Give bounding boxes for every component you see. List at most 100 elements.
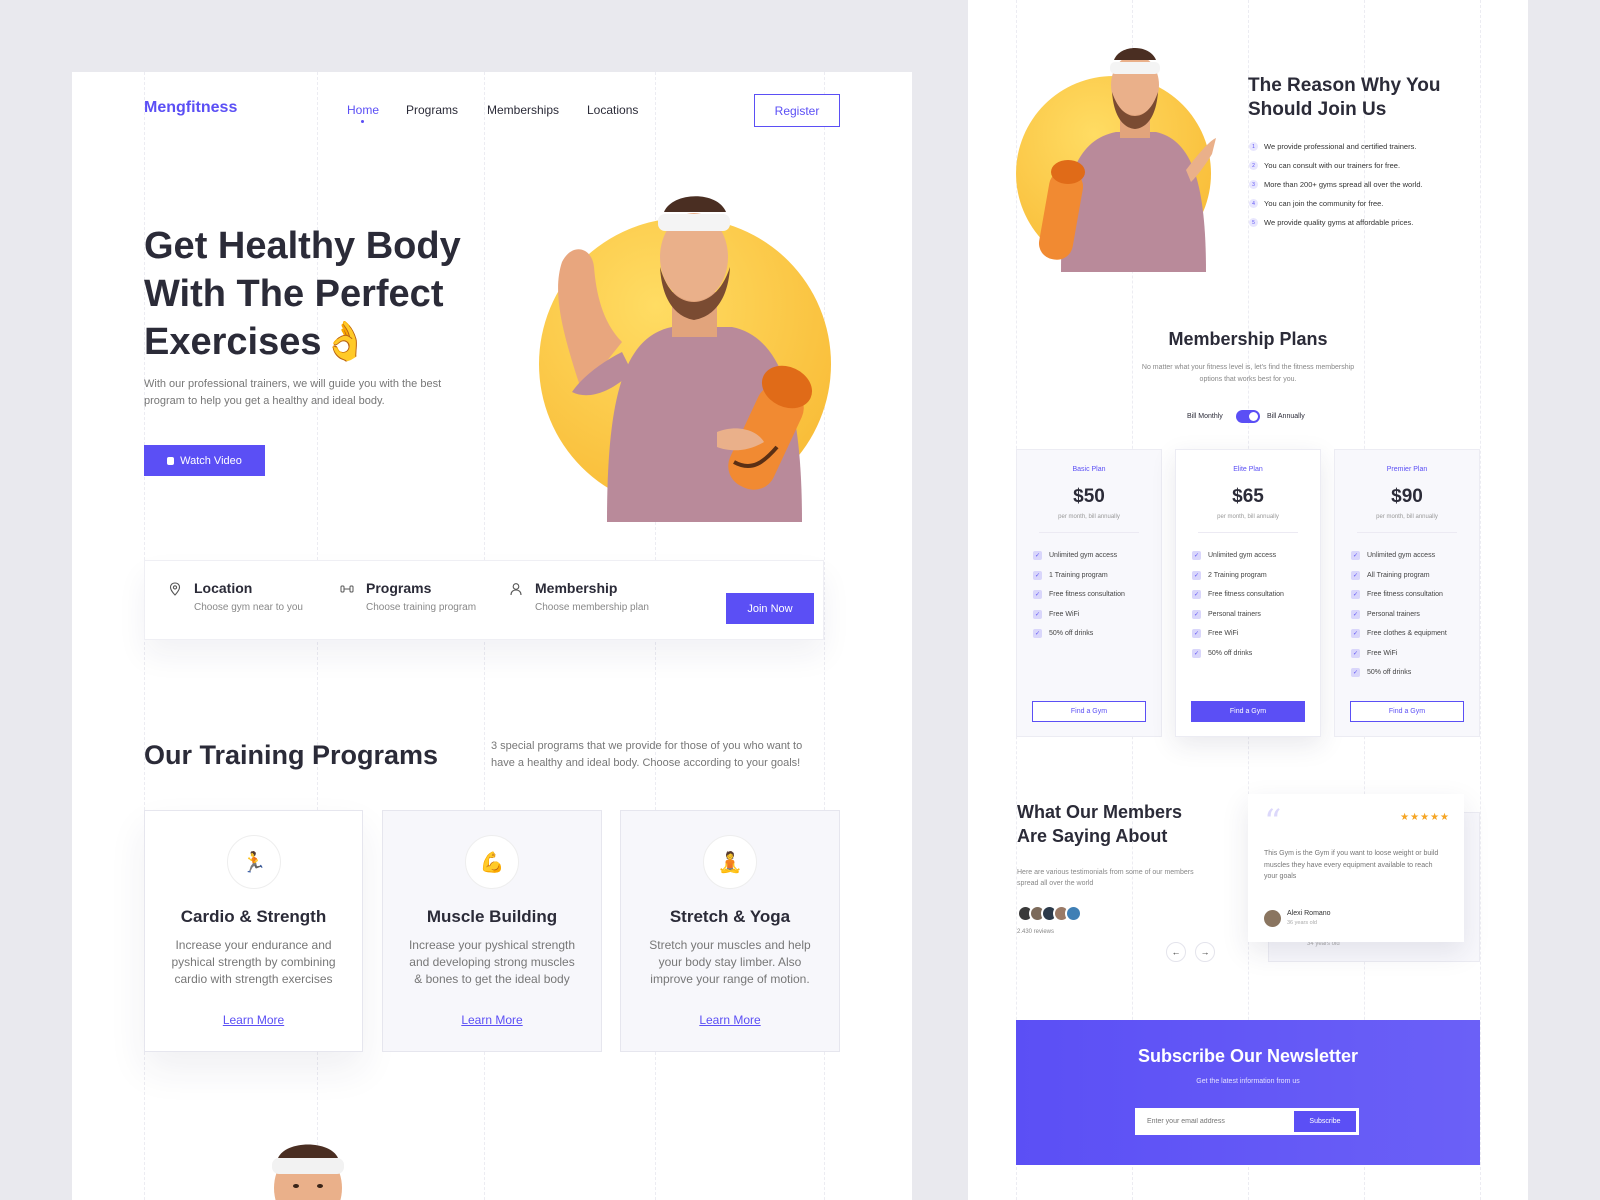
nav-memberships[interactable]: Memberships <box>487 103 559 117</box>
bill-monthly-label[interactable]: Bill Monthly <box>1187 413 1223 420</box>
find-gym-button[interactable]: Find a Gym <box>1032 701 1146 722</box>
plan-feature: ✓ 50% off drinks <box>1192 648 1253 658</box>
testimonials-title-line: What Our Members <box>1017 802 1183 822</box>
program-card-cardio[interactable]: 🏃 Cardio & Strength Increase your endura… <box>144 810 363 1052</box>
plan-card-elite: Elite Plan $65 per month, bill annually … <box>1175 449 1321 737</box>
learn-more-link[interactable]: Learn More <box>621 1013 839 1027</box>
plan-feature: ✓ Free fitness consultation <box>1192 590 1284 600</box>
hero-description: With our professional trainers, we will … <box>144 376 441 410</box>
bill-annually-label[interactable]: Bill Annually <box>1267 413 1305 420</box>
member-avatar <box>1065 905 1082 922</box>
email-input[interactable] <box>1135 1108 1285 1135</box>
flexed-biceps-icon: 💪 <box>465 835 519 889</box>
plan-feature: ✓ 2 Training program <box>1192 570 1267 580</box>
watch-video-label: Watch Video <box>180 454 242 467</box>
plan-feature: ✓ All Training program <box>1351 570 1430 580</box>
feature-subtitle: Choose membership plan <box>535 602 649 613</box>
plan-features: ✓ Unlimited gym access ✓ 2 Training progra… <box>1192 546 1284 663</box>
reason-trainer-image <box>1038 48 1216 272</box>
testimonials-title: What Our Members Are Saying About <box>1017 800 1182 848</box>
location-pin-icon <box>169 582 181 596</box>
plan-period: per month, bill annually <box>1058 514 1120 520</box>
program-card-title: Muscle Building <box>426 907 558 926</box>
reason-text: We provide quality gyms at affordable pr… <box>1264 218 1414 227</box>
learn-more-link[interactable]: Learn More <box>145 1013 362 1027</box>
check-icon: ✓ <box>1033 570 1042 580</box>
arrow-right-icon: → <box>1200 947 1210 957</box>
newsletter-title: Subscribe Our Newsletter <box>1137 1046 1359 1066</box>
newsletter-subtitle: Get the latest information from us <box>1196 1078 1300 1085</box>
program-card-muscle[interactable]: 💪 Muscle Building Increase your pyshical… <box>382 810 602 1052</box>
running-icon: 🏃 <box>227 835 281 889</box>
program-card-yoga[interactable]: 🧘 Stretch & Yoga Stretch your muscles an… <box>620 810 840 1052</box>
nav-locations[interactable]: Locations <box>587 103 638 117</box>
next-arrow-button[interactable]: → <box>1195 942 1215 962</box>
check-icon: ✓ <box>1192 609 1201 619</box>
training-description-line: 3 special programs that we provide for t… <box>491 740 803 752</box>
reviewer-meta: 36 years old <box>1287 920 1317 926</box>
brand-logo[interactable]: Mengfitness <box>144 99 237 117</box>
plan-feature: ✓ 1 Training program <box>1033 570 1108 580</box>
check-icon: ✓ <box>1351 648 1360 658</box>
membership-description-line: No matter what your fitness level is, le… <box>1141 364 1355 371</box>
hero-title: Get Healthy Body With The Perfect Exerci… <box>144 222 461 366</box>
plan-divider <box>1039 532 1139 533</box>
rating-stars: ★★★★★ <box>1400 812 1450 823</box>
register-button[interactable]: Register <box>754 94 840 127</box>
check-icon: ✓ <box>1192 648 1201 658</box>
reason-item: 1 We provide professional and certified t… <box>1249 142 1416 151</box>
training-title: Our Training Programs <box>144 740 439 770</box>
testimonials-description: Here are various testimonials from some … <box>1017 867 1194 889</box>
find-gym-button[interactable]: Find a Gym <box>1350 701 1464 722</box>
arrow-left-icon: ← <box>1171 947 1181 957</box>
star-icon: ★ <box>1430 812 1441 823</box>
join-now-button[interactable]: Join Now <box>726 593 814 624</box>
hero-description-line: With our professional trainers, we will … <box>144 378 442 390</box>
reason-number: 4 <box>1249 199 1258 208</box>
toggle-knob <box>1249 412 1258 421</box>
plan-feature: ✓ 50% off drinks <box>1351 668 1412 678</box>
check-icon: ✓ <box>1192 570 1201 580</box>
reason-text: You can join the community for free. <box>1264 199 1384 208</box>
training-description-line: have a healthy and ideal body. Choose ac… <box>491 757 801 769</box>
plan-feature: ✓ Free WiFi <box>1033 609 1080 619</box>
watch-video-button[interactable]: Watch Video <box>144 445 265 476</box>
plan-card-basic: Basic Plan $50 per month, bill annually … <box>1016 449 1162 737</box>
reason-item: 3 More than 200+ gyms spread all over the… <box>1249 180 1423 189</box>
check-icon: ✓ <box>1033 629 1042 639</box>
check-icon: ✓ <box>1351 570 1360 580</box>
review-quote: This Gym is the Gym if you want to loose… <box>1264 850 1439 880</box>
plan-feature: ✓ Free fitness consultation <box>1351 590 1443 600</box>
dumbbell-icon <box>340 585 354 593</box>
check-icon: ✓ <box>1351 629 1360 639</box>
reason-number: 3 <box>1249 180 1258 189</box>
check-icon: ✓ <box>1351 609 1360 619</box>
right-page-panel: The Reason Why You Should Join Us 1 We pr… <box>968 0 1528 1200</box>
testimonials-description-line: Here are various testimonials from some … <box>1017 869 1194 876</box>
program-card-description: Increase your pyshical strength and deve… <box>408 938 576 986</box>
feature-subtitle: Choose gym near to you <box>194 602 303 613</box>
plan-price: $90 <box>1391 486 1423 507</box>
review-card: “ ★★★★★ This Gym is the Gym if you want … <box>1248 794 1464 942</box>
left-page-panel: Mengfitness Home Programs Memberships Lo… <box>72 72 912 1200</box>
reason-title-line: The Reason Why You <box>1248 75 1441 96</box>
subscribe-button[interactable]: Subscribe <box>1294 1111 1356 1132</box>
nav-home[interactable]: Home <box>347 103 379 117</box>
nav-programs[interactable]: Programs <box>406 103 458 117</box>
reason-number: 1 <box>1249 142 1258 151</box>
reason-item: 5 We provide quality gyms at affordable p… <box>1249 218 1413 227</box>
plan-feature: ✓ Personal trainers <box>1351 609 1420 619</box>
plan-feature: ✓ Unlimited gym access <box>1192 551 1277 561</box>
plan-price: $50 <box>1073 486 1105 507</box>
yoga-icon: 🧘 <box>703 835 757 889</box>
bottom-trainer-image <box>272 1144 344 1200</box>
learn-more-link[interactable]: Learn More <box>383 1013 601 1027</box>
star-icon: ★ <box>1420 812 1431 823</box>
prev-arrow-button[interactable]: ← <box>1166 942 1186 962</box>
billing-toggle[interactable] <box>1236 410 1260 423</box>
plan-features: ✓ Unlimited gym access ✓ All Training prog… <box>1351 546 1447 683</box>
star-icon: ★ <box>1440 812 1450 823</box>
find-gym-button[interactable]: Find a Gym <box>1191 701 1305 722</box>
feature-title: Membership <box>535 580 618 596</box>
feature-title: Location <box>194 580 253 596</box>
